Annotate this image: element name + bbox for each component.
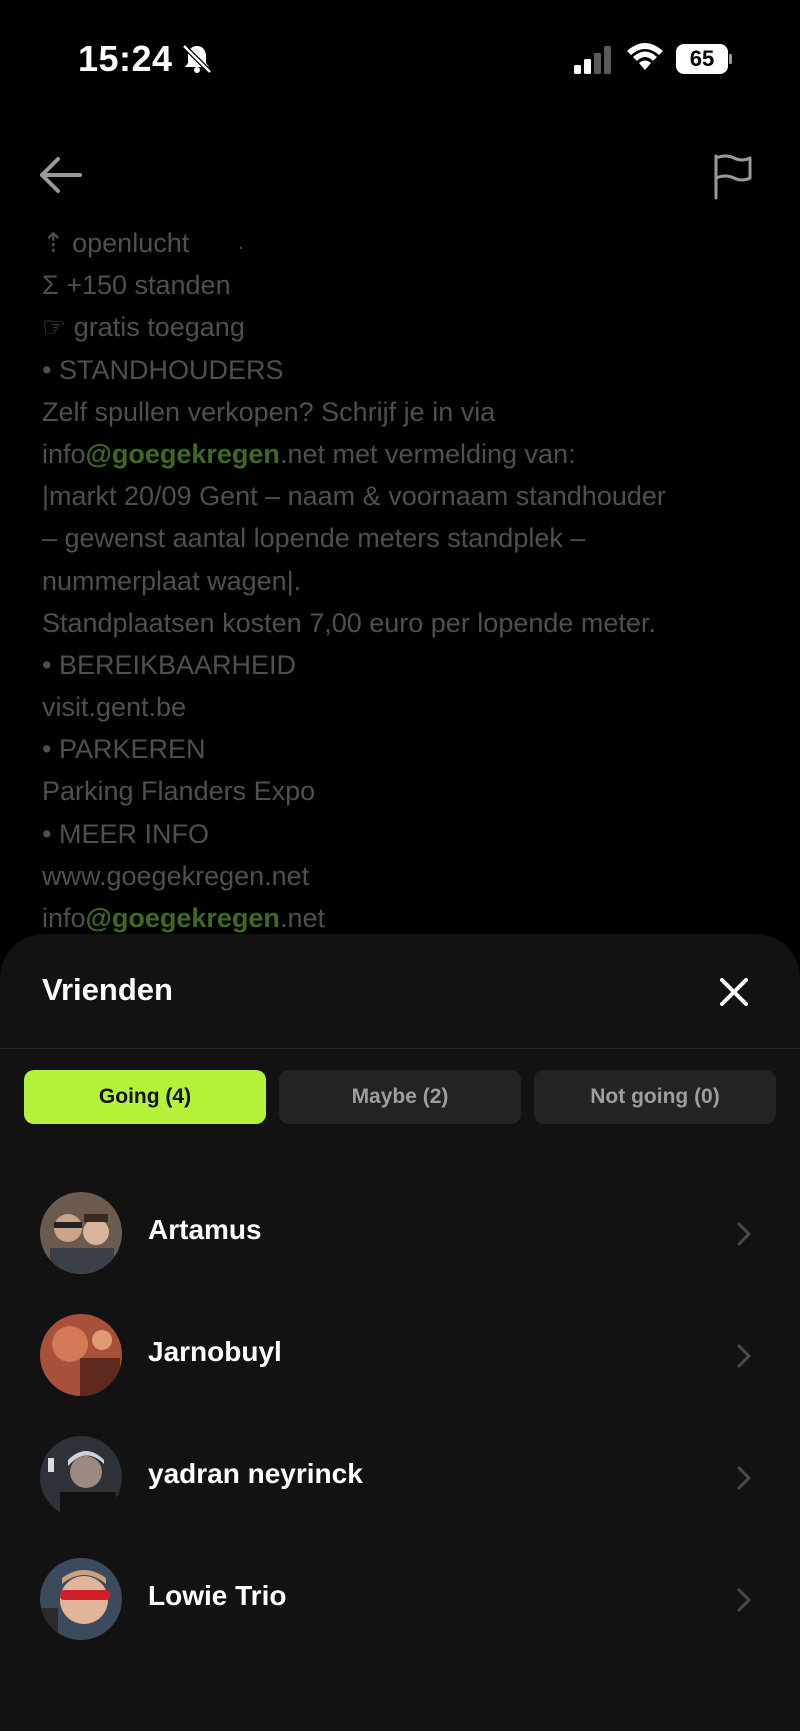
battery-indicator: 65	[676, 44, 732, 74]
friend-row-jarnobuyl[interactable]: Jarnobuyl	[0, 1292, 800, 1414]
description-line: • BEREIKBAARHEID	[42, 644, 782, 686]
description-text: • BEREIKBAARHEID	[42, 649, 297, 680]
friend-name: yadran neyrinck	[148, 1458, 363, 1489]
tab-going[interactable]: Going (4)	[24, 1070, 266, 1124]
description-line: visit.gent.be	[42, 686, 782, 728]
report-flag-icon[interactable]	[710, 152, 756, 202]
description-lines: ⇡ openlucht Σ +150 standen ☞ gratis toegan…	[42, 222, 782, 939]
avatar	[40, 1314, 122, 1396]
friend-row-lowie-trio[interactable]: Lowie Trio	[0, 1536, 800, 1658]
description-line: |markt 20/09 Gent – naam & voornaam stan…	[42, 475, 782, 517]
description-line: www.goegekregen.net	[42, 855, 782, 897]
description-text: – gewenst aantal lopende meters standple…	[42, 523, 586, 554]
status-time: 15:24	[78, 38, 173, 79]
avatar	[40, 1436, 122, 1518]
description-line: info@goegekregen.net	[42, 897, 782, 939]
description-line: ☞ gratis toegang	[42, 306, 782, 348]
chevron-right-icon	[737, 1588, 751, 1612]
description-line: nummerplaat wagen|.	[42, 560, 782, 602]
description-text: ☞ gratis toegang	[42, 312, 245, 343]
sheet-divider	[0, 1048, 800, 1049]
sheet-title: Vrienden	[42, 972, 173, 1007]
friend-name: Artamus	[148, 1214, 262, 1245]
wifi-icon	[627, 43, 663, 70]
tab-not-going[interactable]: Not going (0)	[534, 1070, 776, 1124]
description-text: nummerplaat wagen|.	[42, 565, 302, 596]
description-mention[interactable]: @goegekregen	[86, 903, 280, 933]
description-line: Standplaatsen kosten 7,00 euro per lopen…	[42, 602, 782, 644]
description-text: Parking Flanders Expo	[42, 776, 316, 807]
description-line: Σ +150 standen	[42, 264, 782, 306]
description-text: Σ +150 standen	[42, 270, 231, 301]
description-text: visit.gent.be	[42, 692, 187, 723]
description-line: • STANDHOUDERS	[42, 349, 782, 391]
avatar	[40, 1558, 122, 1640]
description-mention[interactable]: @goegekregen	[86, 439, 280, 469]
event-description: . ⇡ openlucht Σ +150 standen ☞ gratis toeg…	[42, 222, 782, 942]
tab-maybe[interactable]: Maybe (2)	[279, 1070, 521, 1124]
chevron-right-icon	[737, 1344, 751, 1368]
friend-name: Jarnobuyl	[148, 1336, 282, 1367]
battery-tip	[729, 54, 732, 64]
description-text: ⇡ openlucht	[42, 228, 190, 258]
description-text: • MEER INFO	[42, 818, 209, 849]
description-line: – gewenst aantal lopende meters standple…	[42, 517, 782, 559]
description-text: .net met vermelding van:	[279, 438, 576, 469]
description-text: • STANDHOUDERS	[42, 354, 284, 385]
friends-sheet: Vrienden Going (4) Maybe (2) Not going (…	[0, 934, 800, 1731]
friend-row-artamus[interactable]: Artamus	[0, 1170, 800, 1292]
back-arrow-icon[interactable]	[36, 150, 86, 200]
signal-icon	[574, 46, 611, 74]
description-line: Zelf spullen verkopen? Schrijf je in via	[42, 391, 782, 433]
avatar	[40, 1192, 122, 1274]
description-text: • PARKEREN	[42, 734, 206, 765]
description-text: .net	[279, 903, 325, 933]
description-text: www.goegekregen.net	[42, 860, 310, 891]
description-line: ⇡ openlucht	[42, 222, 782, 264]
chevron-right-icon	[737, 1466, 751, 1490]
rsvp-tabs: Going (4) Maybe (2) Not going (0)	[24, 1070, 776, 1126]
description-text: info	[42, 903, 86, 933]
description-line: Parking Flanders Expo	[42, 770, 782, 812]
description-line: • MEER INFO	[42, 813, 782, 855]
description-text: |markt 20/09 Gent – naam & voornaam stan…	[42, 481, 666, 512]
bell-muted-icon	[182, 44, 212, 74]
description-text: Standplaatsen kosten 7,00 euro per lopen…	[42, 607, 656, 638]
status-bar: 15:24 65	[0, 0, 800, 120]
description-text: Zelf spullen verkopen? Schrijf je in via	[42, 396, 496, 427]
description-text: info	[42, 438, 86, 469]
battery-level: 65	[676, 44, 728, 74]
description-line: info@goegekregen.net met vermelding van:	[42, 433, 782, 475]
chevron-right-icon	[737, 1222, 751, 1246]
description-line: • PARKEREN	[42, 728, 782, 770]
friends-list: Artamus Jarnobuyl yadran neyrinck Lowie …	[0, 1170, 800, 1658]
close-icon[interactable]	[716, 974, 752, 1010]
description-fade-dot: .	[238, 232, 244, 254]
friend-row-yadran-neyrinck[interactable]: yadran neyrinck	[0, 1414, 800, 1536]
friend-name: Lowie Trio	[148, 1580, 287, 1611]
